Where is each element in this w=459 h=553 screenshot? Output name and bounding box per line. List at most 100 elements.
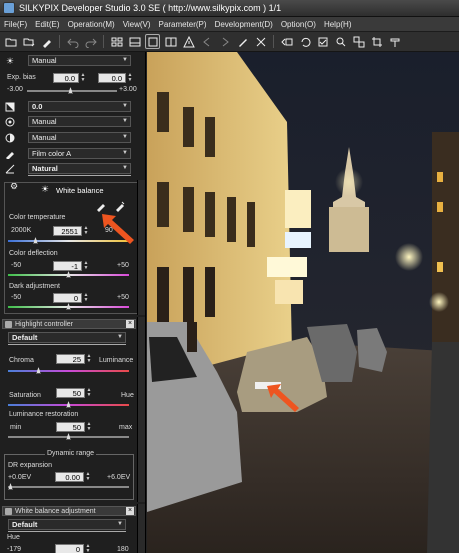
wb-adjust-title: White balance adjustment [15, 507, 96, 515]
exp-bias-spin-2[interactable]: ▲ ▼ [127, 73, 133, 83]
wb-dark-spin[interactable]: ▲ ▼ [83, 293, 89, 303]
window-title: SILKYPIX Developer Studio 3.0 SE ( http:… [19, 3, 282, 13]
hammer-icon[interactable] [387, 34, 402, 49]
wb-adjust-preset-select[interactable]: Default ▼ [8, 519, 126, 530]
back-icon[interactable] [199, 34, 214, 49]
film-select[interactable]: Film color A ▼ [28, 148, 131, 159]
exp-bias-input-2[interactable]: 0.0 [98, 73, 126, 83]
wb-dark-input[interactable]: 0 [53, 293, 82, 303]
toolbar-separator [103, 35, 104, 48]
dr-spin[interactable]: ▲ ▼ [85, 472, 91, 482]
crop-icon[interactable] [369, 34, 384, 49]
wb-adjust-hue-input[interactable]: 0 [55, 544, 84, 553]
control-panel: ☀ Manual ▼ Exp. bias 0.0 ▲ ▼ 0.0 ▲ ▼ -3.00 … [0, 52, 146, 553]
sharpness-mode-value: Manual [32, 117, 57, 126]
wb-adjust-header[interactable]: White balance adjustment × [2, 506, 136, 516]
wb-temp-spin[interactable]: ▲ ▼ [83, 226, 89, 236]
dropper-icon[interactable] [39, 34, 54, 49]
tone-value: Natural [32, 164, 58, 173]
select-all-icon[interactable] [351, 34, 366, 49]
photo-preview[interactable] [147, 52, 459, 553]
select-icon[interactable] [333, 34, 348, 49]
wb-dark-min: -50 [11, 294, 22, 301]
chroma-slider[interactable] [8, 370, 129, 372]
wb-defl-input[interactable]: -1 [53, 261, 82, 271]
chroma-input[interactable]: 25 [56, 354, 85, 364]
wb-adjust-hue-spin[interactable]: ▲ ▼ [85, 544, 91, 553]
split-view-icon[interactable] [127, 34, 142, 49]
noise-mode-select[interactable]: Manual ▼ [28, 132, 131, 143]
menu-operation[interactable]: Operation(M) [64, 20, 119, 29]
tone-select[interactable]: Natural ▼ [28, 163, 131, 174]
toolbar [0, 32, 459, 52]
chevron-down-icon: ▼ [122, 134, 128, 140]
saturation-spin[interactable]: ▲ ▼ [86, 388, 92, 398]
exp-bias-input[interactable]: 0.0 [53, 73, 79, 83]
wb-defl-max: +50 [117, 262, 129, 269]
redo-icon[interactable] [83, 34, 98, 49]
folder-dropdown-icon[interactable] [21, 34, 36, 49]
folder-open-icon[interactable] [3, 34, 18, 49]
develop-icon[interactable] [279, 34, 294, 49]
dr-slider[interactable] [8, 486, 129, 488]
exp-bias-spin[interactable]: ▲ ▼ [80, 73, 86, 83]
restore-label: Luminance restoration [9, 411, 79, 418]
highlight-scrollbar[interactable] [137, 317, 145, 502]
saturation-input[interactable]: 50 [56, 388, 85, 398]
brush-icon[interactable] [235, 34, 250, 49]
noise-icon [3, 132, 17, 144]
compare-view-icon[interactable] [163, 34, 178, 49]
wb-adjust-scrollbar[interactable] [137, 504, 145, 553]
close-icon[interactable]: × [126, 320, 134, 328]
warning-icon[interactable] [181, 34, 196, 49]
wb-title: White balance [56, 186, 104, 195]
menu-edit[interactable]: Edit(E) [31, 20, 63, 29]
contrast-select[interactable]: 0.0 ▼ [28, 101, 131, 112]
wb-sun-icon: ☀ [41, 184, 50, 194]
chevron-down-icon: ▼ [122, 165, 128, 171]
restore-spin[interactable]: ▲ ▼ [86, 422, 92, 432]
rotate-left-icon[interactable] [297, 34, 312, 49]
highlight-underline [8, 344, 126, 345]
menu-development[interactable]: Development(D) [211, 20, 277, 29]
sun-icon: ☀ [5, 55, 15, 66]
exp-bias-max: +3.00 [119, 86, 137, 93]
wb-adjust-hue-max: 180 [117, 546, 129, 553]
saturation-label: Saturation [9, 392, 41, 399]
wb-temp-input[interactable]: 2551 [53, 226, 82, 236]
film-value: Film color A [32, 149, 72, 158]
single-view-icon[interactable] [145, 34, 160, 49]
checkbox-icon[interactable] [315, 34, 330, 49]
menu-help[interactable]: Help(H) [320, 20, 356, 29]
sharpness-mode-select[interactable]: Manual ▼ [28, 116, 131, 127]
dr-input[interactable]: 0.00 [55, 472, 84, 482]
toolbar-separator [273, 35, 274, 48]
contrast-value: 0.0 [32, 102, 43, 111]
wb-gray-dropper-icon[interactable] [114, 200, 126, 212]
highlight-header[interactable]: Highlight controller × [2, 319, 136, 329]
close-icon[interactable]: × [126, 507, 134, 515]
chroma-spin[interactable]: ▲ ▼ [86, 354, 92, 364]
wb-defl-spin[interactable]: ▲ ▼ [83, 261, 89, 271]
undo-icon[interactable] [65, 34, 80, 49]
menu-file[interactable]: File(F) [0, 20, 31, 29]
wb-adjust-panel-icon [5, 508, 12, 515]
menu-parameter[interactable]: Parameter(P) [155, 20, 211, 29]
menu-view[interactable]: View(V) [119, 20, 155, 29]
wb-dropper-icon[interactable] [95, 200, 107, 212]
grid-view-icon[interactable] [109, 34, 124, 49]
hue-label: Hue [121, 392, 134, 399]
highlight-preset-select[interactable]: Default ▼ [8, 332, 126, 343]
exposure-mode-select[interactable]: Manual ▼ [28, 55, 131, 66]
noise-mode-value: Manual [32, 133, 57, 142]
menu-option[interactable]: Option(O) [277, 20, 320, 29]
restore-input[interactable]: 50 [56, 422, 85, 432]
forward-icon[interactable] [217, 34, 232, 49]
app-icon [3, 2, 15, 14]
highlight-preset-value: Default [12, 333, 38, 342]
wb-dark-max: +50 [117, 294, 129, 301]
chevron-down-icon: ▼ [122, 150, 128, 156]
tools-icon[interactable] [253, 34, 268, 49]
wb-scrollbar[interactable] [137, 180, 145, 315]
wb-adjust-underline [8, 531, 126, 532]
